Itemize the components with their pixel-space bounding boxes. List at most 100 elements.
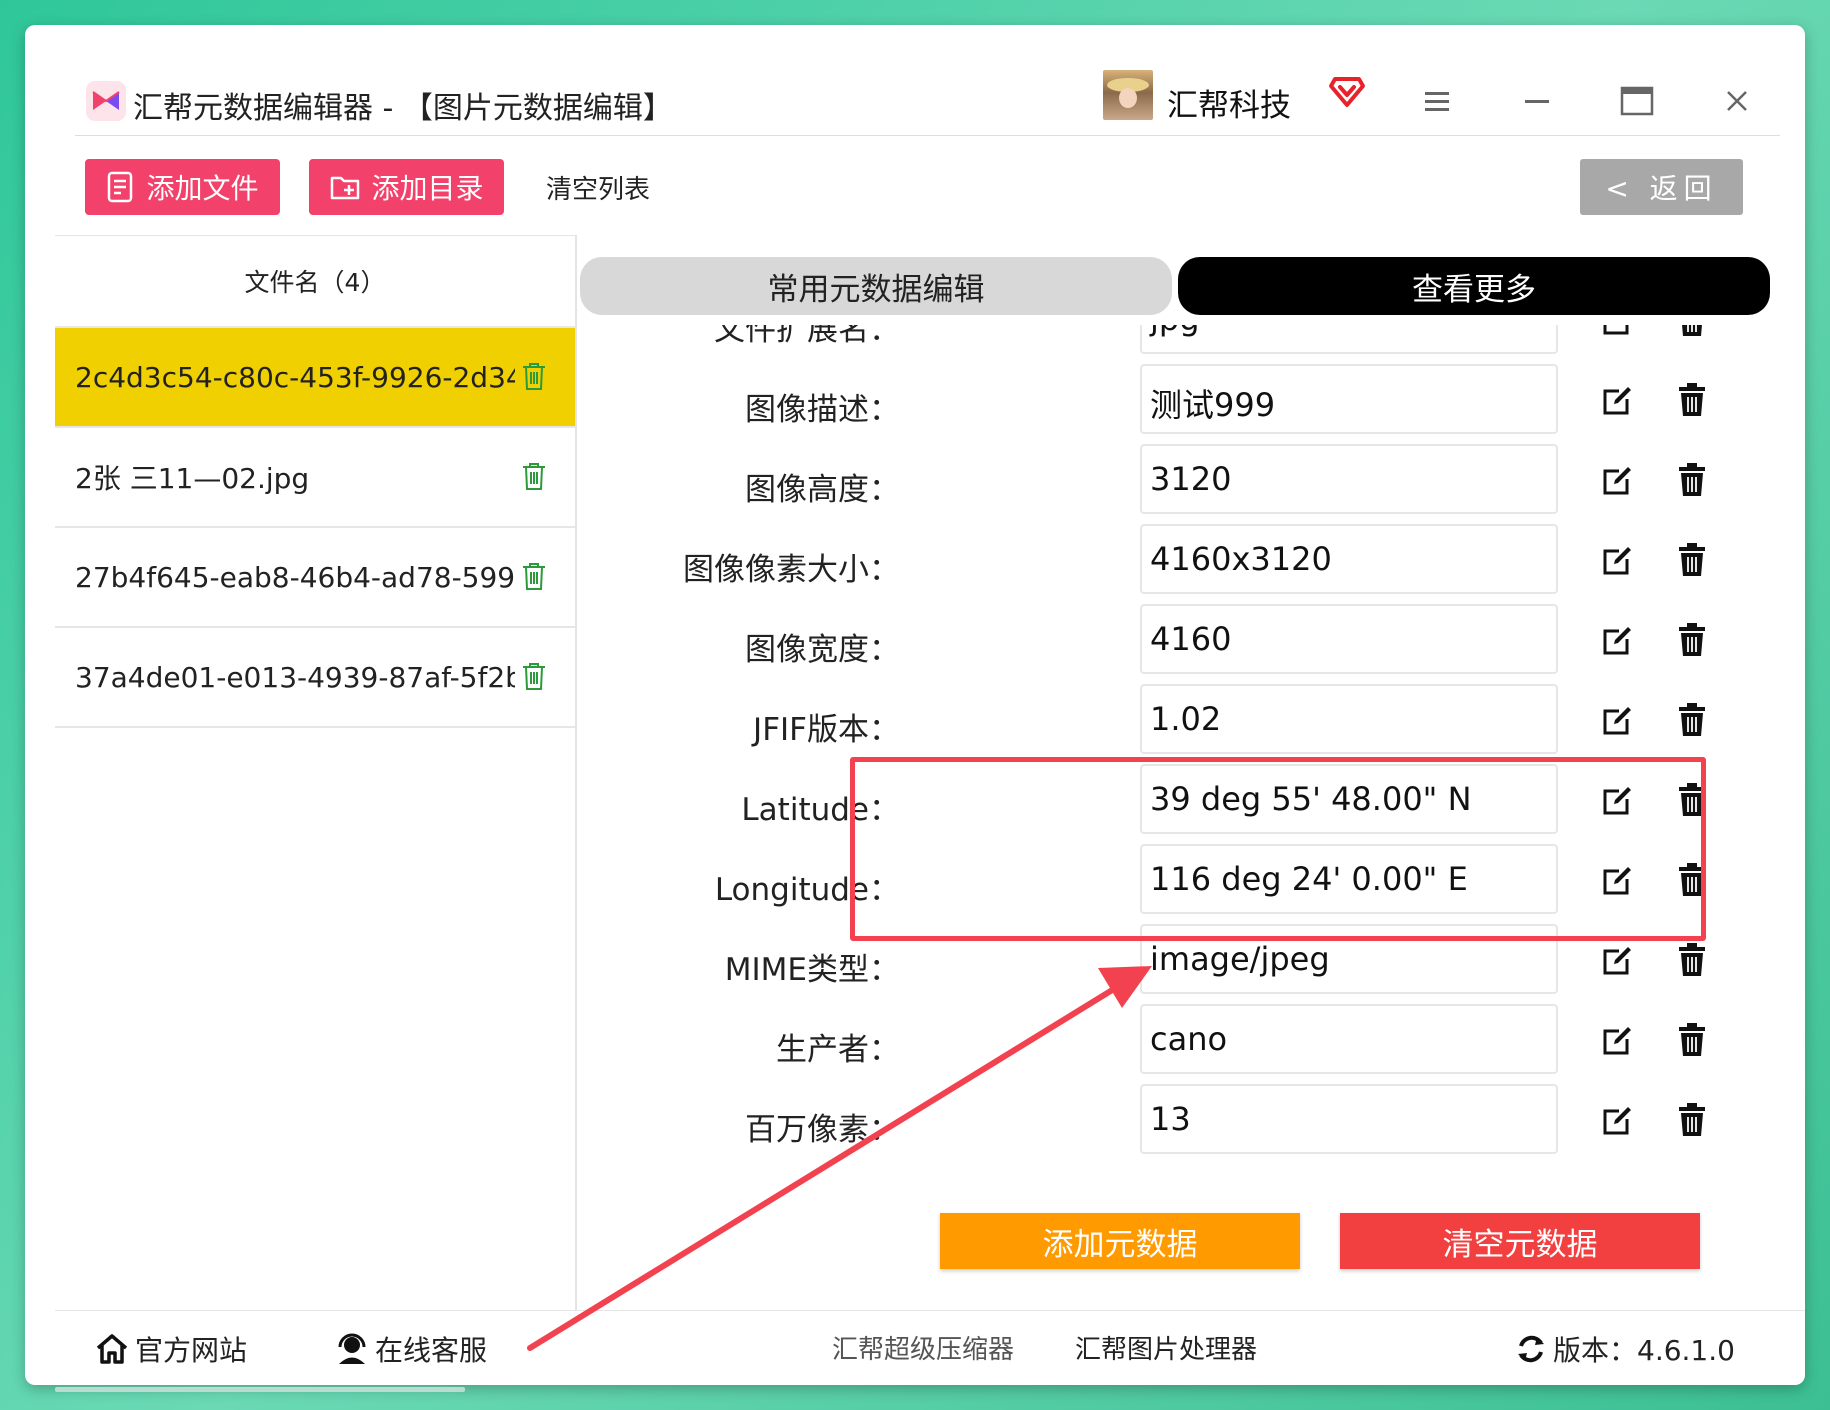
official-website-label: 官方网站: [135, 1334, 248, 1367]
scroll-indicator: [55, 1387, 465, 1392]
version-info[interactable]: 版本：4.6.1.0: [1515, 1329, 1735, 1369]
add-directory-label: 添加目录: [371, 172, 484, 205]
trash-icon[interactable]: [521, 361, 547, 391]
file-list-icon: [108, 171, 133, 203]
metadata-row: JFIF版本： 1.02: [580, 684, 1790, 760]
field-label: 文件扩展名：: [714, 325, 900, 348]
add-directory-button[interactable]: 添加目录: [309, 159, 504, 215]
field-label: 图像像素大小：: [683, 552, 900, 588]
metadata-row: 图像像素大小： 4160x3120: [580, 524, 1790, 600]
field-label: 图像高度：: [745, 472, 900, 508]
minimize-button[interactable]: [1517, 81, 1557, 121]
trash-icon[interactable]: [1676, 942, 1708, 978]
trash-icon[interactable]: [1676, 622, 1708, 658]
trash-icon[interactable]: [1676, 462, 1708, 498]
trash-icon[interactable]: [1676, 382, 1708, 418]
trash-icon[interactable]: [1676, 1102, 1708, 1138]
field-label: MIME类型：: [724, 952, 900, 988]
edit-icon[interactable]: [1600, 325, 1636, 338]
field-value-input[interactable]: cano: [1140, 1004, 1558, 1074]
refresh-icon: [1518, 1335, 1544, 1363]
field-value-input[interactable]: jpg: [1140, 325, 1558, 354]
super-compressor-link[interactable]: 汇帮超级压缩器: [832, 1329, 1014, 1366]
close-icon: [1727, 91, 1747, 111]
avatar[interactable]: [1103, 70, 1153, 120]
app-logo-icon: [86, 81, 126, 121]
field-value-input[interactable]: 4160: [1140, 604, 1558, 674]
field-value-input[interactable]: 13: [1140, 1084, 1558, 1154]
title-bar: 汇帮元数据编辑器 - 【图片元数据编辑】 汇帮科技: [25, 25, 1805, 135]
metadata-row: 文件扩展名： jpg: [580, 325, 1790, 360]
online-support-link[interactable]: 在线客服: [335, 1329, 487, 1369]
user-name[interactable]: 汇帮科技: [1167, 80, 1291, 125]
trash-icon[interactable]: [1676, 1022, 1708, 1058]
trash-icon[interactable]: [1676, 542, 1708, 578]
maximize-button[interactable]: [1617, 81, 1657, 121]
version-label: 版本：4.6.1.0: [1553, 1334, 1735, 1367]
add-file-button[interactable]: 添加文件: [85, 159, 280, 215]
add-metadata-button[interactable]: 添加元数据: [940, 1213, 1300, 1269]
file-name: 27b4f645-eab8-46b4-ad78-5998..: [75, 560, 515, 594]
menu-button[interactable]: [1417, 81, 1457, 121]
customer-service-icon: [338, 1333, 366, 1364]
metadata-tabs: 常用元数据编辑 查看更多: [580, 257, 1790, 315]
edit-icon[interactable]: [1600, 622, 1636, 658]
file-name: 2c4d3c54-c80c-453f-9926-2d34..: [75, 360, 515, 394]
home-icon: [96, 1334, 128, 1364]
field-value-input[interactable]: 测试999: [1140, 364, 1558, 434]
official-website-link[interactable]: 官方网站: [95, 1329, 247, 1369]
app-window: 汇帮元数据编辑器 - 【图片元数据编辑】 汇帮科技 添加文件 添加目录 清空列表…: [25, 25, 1805, 1385]
field-value-input[interactable]: 4160x3120: [1140, 524, 1558, 594]
tab-view-more[interactable]: 查看更多: [1178, 257, 1770, 315]
edit-icon[interactable]: [1600, 1022, 1636, 1058]
trash-icon[interactable]: [1676, 702, 1708, 738]
clear-list-button[interactable]: 清空列表: [533, 159, 663, 215]
field-label: JFIF版本：: [753, 712, 900, 748]
trash-icon[interactable]: [521, 661, 547, 691]
trash-icon[interactable]: [521, 561, 547, 591]
highlight-box: [850, 757, 1706, 941]
close-button[interactable]: [1717, 81, 1757, 121]
folder-add-icon: [331, 176, 360, 200]
file-name: 2张 三11—02.jpg: [75, 462, 310, 495]
metadata-row: 图像高度： 3120: [580, 444, 1790, 520]
file-name: 37a4de01-e013-4939-87af-5f2b..: [75, 660, 515, 694]
maximize-icon: [1620, 86, 1654, 116]
file-list-item[interactable]: 2张 三11—02.jpg: [55, 428, 575, 528]
clear-metadata-button[interactable]: 清空元数据: [1340, 1213, 1700, 1269]
edit-icon[interactable]: [1600, 942, 1636, 978]
field-value-input[interactable]: 3120: [1140, 444, 1558, 514]
file-list-header: 文件名（4）: [55, 236, 575, 328]
back-button[interactable]: < 返回: [1580, 159, 1743, 215]
menu-icon: [1425, 92, 1449, 111]
add-file-label: 添加文件: [146, 172, 259, 205]
image-processor-link[interactable]: 汇帮图片处理器: [1075, 1329, 1257, 1366]
field-label: 生产者：: [776, 1032, 900, 1068]
minimize-icon: [1525, 100, 1549, 103]
edit-icon[interactable]: [1600, 1102, 1636, 1138]
field-value-input[interactable]: 1.02: [1140, 684, 1558, 754]
online-support-label: 在线客服: [375, 1334, 488, 1367]
file-list-item[interactable]: 37a4de01-e013-4939-87af-5f2b..: [55, 628, 575, 728]
trash-icon[interactable]: [1676, 325, 1708, 338]
title-divider: [75, 135, 1780, 136]
field-label: 百万像素：: [745, 1112, 900, 1148]
file-list-item[interactable]: 27b4f645-eab8-46b4-ad78-5998..: [55, 528, 575, 628]
tab-common-metadata[interactable]: 常用元数据编辑: [580, 257, 1172, 315]
edit-icon[interactable]: [1600, 702, 1636, 738]
field-label: 图像宽度：: [745, 632, 900, 668]
trash-icon[interactable]: [521, 461, 547, 491]
footer-divider: [55, 1310, 1805, 1311]
metadata-row: 百万像素： 13: [580, 1084, 1790, 1160]
metadata-row: 图像宽度： 4160: [580, 604, 1790, 680]
edit-icon[interactable]: [1600, 542, 1636, 578]
file-list-panel: 文件名（4） 2c4d3c54-c80c-453f-9926-2d34.. 2张…: [55, 235, 577, 1311]
metadata-row: 图像描述： 测试999: [580, 364, 1790, 440]
file-list-item[interactable]: 2c4d3c54-c80c-453f-9926-2d34..: [55, 328, 575, 428]
vip-diamond-icon[interactable]: [1327, 71, 1367, 111]
edit-icon[interactable]: [1600, 382, 1636, 418]
app-title: 汇帮元数据编辑器 - 【图片元数据编辑】: [133, 91, 673, 126]
metadata-row: 生产者： cano: [580, 1004, 1790, 1080]
edit-icon[interactable]: [1600, 462, 1636, 498]
metadata-field-list[interactable]: 文件扩展名： jpg 图像描述： 测试999 图像高度： 3120 图像像素大小…: [580, 325, 1790, 1185]
